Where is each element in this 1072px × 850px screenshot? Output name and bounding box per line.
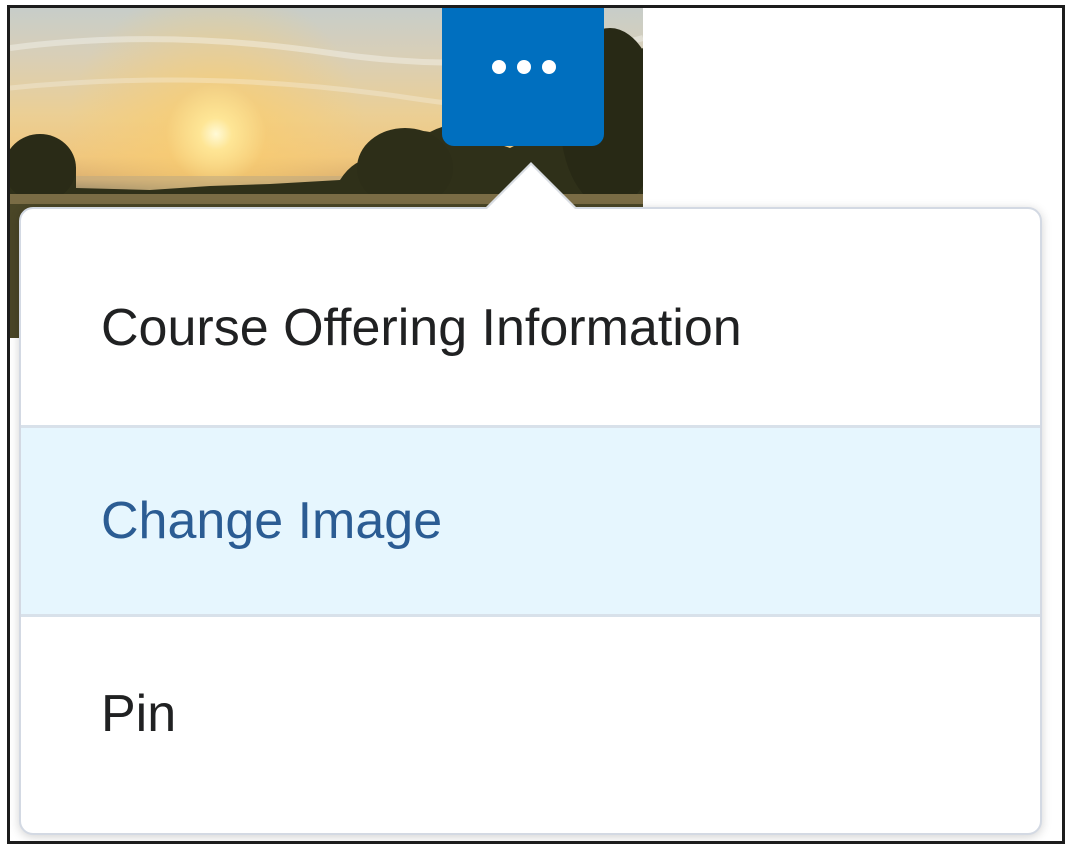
more-options-icon [492, 60, 556, 74]
screenshot-frame: Course Offering Information Change Image… [7, 5, 1065, 844]
menu-caret [486, 165, 576, 210]
menu-item-change-image[interactable]: Change Image [21, 425, 1040, 617]
course-options-menu: Course Offering Information Change Image… [19, 207, 1042, 835]
menu-item-pin[interactable]: Pin [21, 617, 1040, 811]
menu-item-label: Change Image [101, 492, 443, 550]
menu-item-label: Course Offering Information [101, 299, 742, 357]
more-options-button[interactable] [442, 8, 604, 146]
menu-item-course-offering-information[interactable]: Course Offering Information [21, 209, 1040, 425]
menu-item-label: Pin [101, 685, 177, 743]
